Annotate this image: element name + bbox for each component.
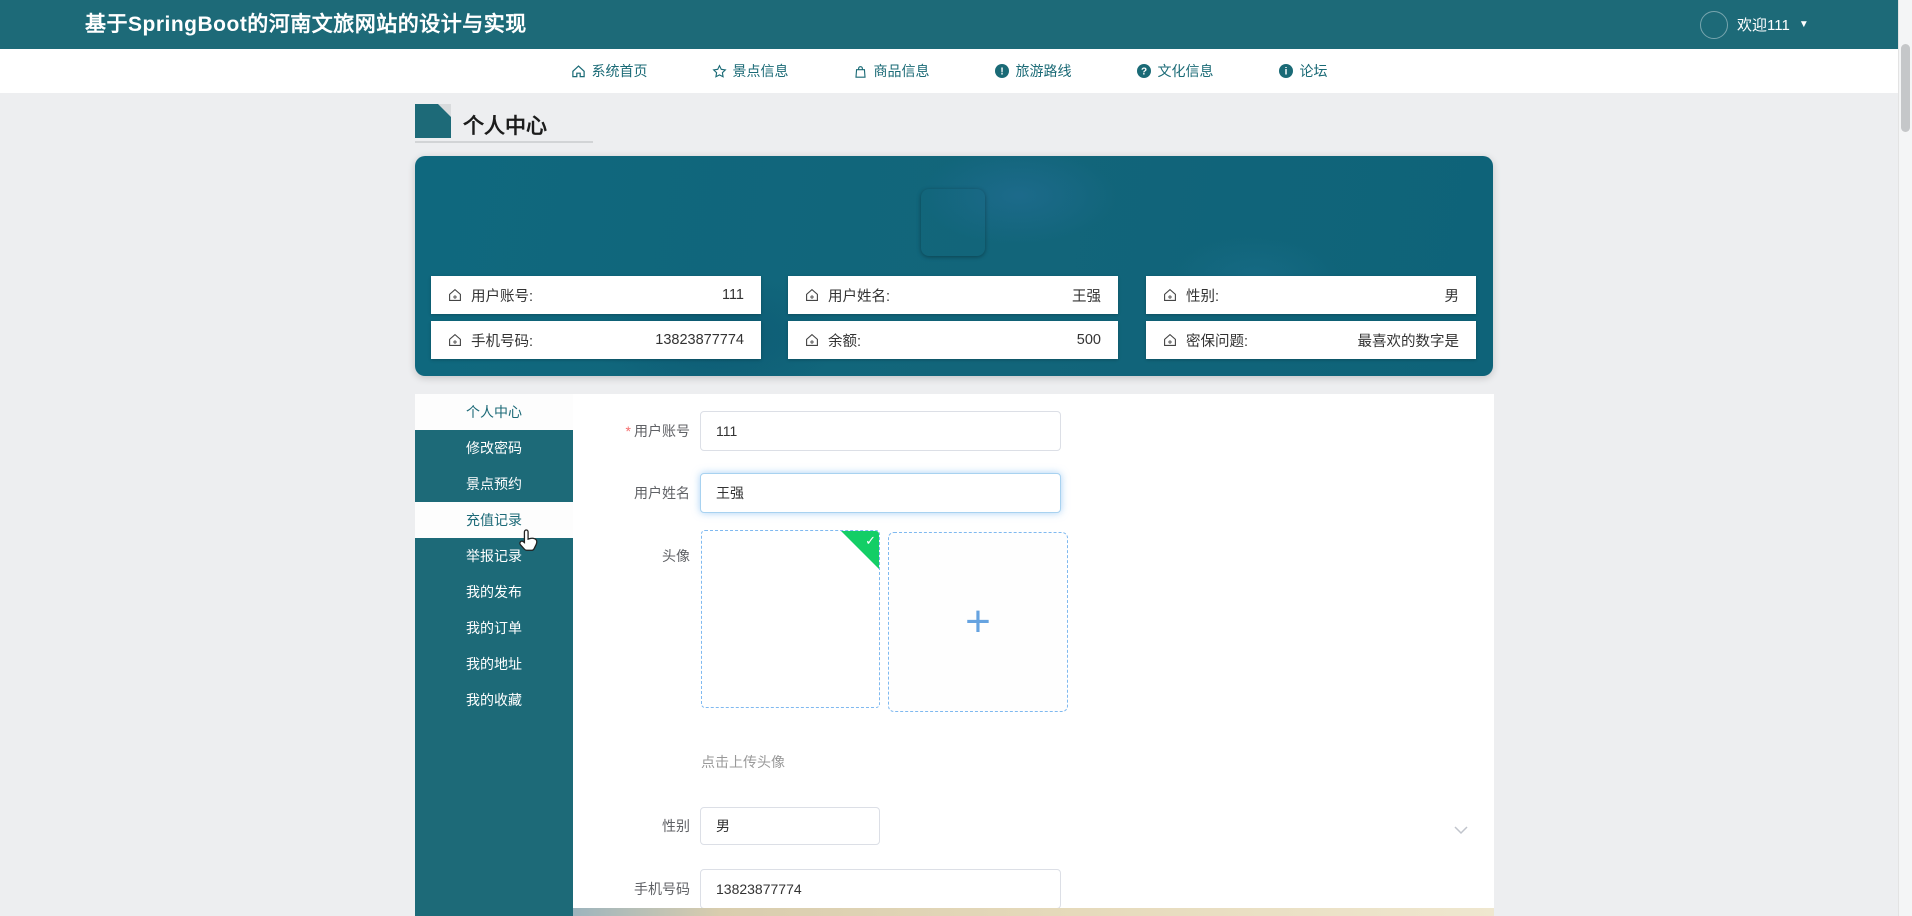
vertical-scrollbar[interactable]	[1898, 0, 1912, 916]
page-title: 个人中心	[463, 115, 547, 138]
info-label: 性别:	[1186, 288, 1220, 305]
required-asterisk: *	[625, 423, 631, 439]
svg-text:i: i	[1284, 67, 1287, 78]
info-box-name: 用户姓名: 王强	[788, 276, 1118, 314]
house-icon	[449, 288, 461, 301]
name-label: 用户姓名	[634, 485, 690, 501]
nav-item-routes[interactable]: ! 旅游路线	[994, 61, 1072, 81]
corner-fold	[438, 104, 451, 117]
personal-center-page: { "header": { "title": "基于SpringBoot的河南文…	[0, 0, 1912, 916]
phone-label: 手机号码	[634, 881, 690, 897]
info-value: 500	[1076, 332, 1101, 348]
house-icon	[806, 333, 818, 346]
avatar-label: 头像	[662, 548, 690, 564]
chevron-down-icon: ▼	[1798, 19, 1809, 30]
info-label: 用户姓名:	[828, 288, 891, 305]
sidebar-item-personal-center[interactable]: 个人中心	[415, 394, 573, 430]
nav-label: 商品信息	[873, 63, 930, 79]
nav-label: 文化信息	[1157, 63, 1214, 79]
check-icon: ✓	[865, 533, 876, 548]
info-value: 最喜欢的数字是	[1357, 333, 1460, 350]
profile-edit-form: *用户账号 用户姓名 头像 ✓ + 点击上传头像 性别 手机号码	[573, 394, 1494, 916]
gender-select[interactable]	[700, 807, 880, 845]
info-value: 王强	[1072, 288, 1101, 305]
home-icon	[571, 64, 586, 79]
star-icon	[711, 63, 727, 79]
exclamation-circle-icon: !	[994, 63, 1010, 79]
sidebar-item-report-records[interactable]: 举报记录	[415, 538, 573, 574]
account-input[interactable]	[700, 411, 1061, 451]
name-input[interactable]	[700, 473, 1061, 513]
bag-icon	[853, 64, 868, 79]
info-box-balance: 余额: 500	[788, 321, 1118, 359]
gender-label: 性别	[662, 818, 690, 834]
main-nav: 系统首页 景点信息 商品信息 ! 旅游路线 ? 文化信息 i 论坛	[0, 49, 1898, 93]
svg-text:?: ?	[1140, 67, 1146, 78]
info-circle-icon: i	[1278, 63, 1294, 79]
title-underline	[415, 141, 593, 143]
sidebar-item-scenic-booking[interactable]: 景点预约	[415, 466, 573, 502]
welcome-label: 欢迎111	[1737, 17, 1790, 34]
nav-item-scenic[interactable]: 景点信息	[711, 61, 789, 81]
nav-item-goods[interactable]: 商品信息	[853, 61, 930, 81]
info-value: 男	[1444, 288, 1460, 305]
house-icon	[1164, 333, 1176, 346]
info-box-security-question: 密保问题: 最喜欢的数字是	[1146, 321, 1476, 359]
info-box-gender: 性别: 男	[1146, 276, 1476, 314]
sidebar-item-my-posts[interactable]: 我的发布	[415, 574, 573, 610]
scrollbar-thumb[interactable]	[1901, 44, 1910, 132]
title-decoration-square	[415, 104, 451, 138]
plus-icon: +	[965, 597, 991, 646]
account-label: * 用户账号	[625, 423, 690, 439]
profile-avatar	[921, 189, 985, 256]
mouse-cursor-icon	[518, 528, 540, 559]
info-box-phone: 手机号码: 13823877774	[431, 321, 761, 359]
top-header-bar: 基于SpringBoot的河南文旅网站的设计与实现 欢迎111 ▼	[0, 0, 1898, 49]
info-box-account: 用户账号: 111	[431, 276, 761, 314]
info-label: 手机号码:	[471, 333, 534, 350]
nav-label: 旅游路线	[1015, 63, 1072, 79]
sidebar-item-change-password[interactable]: 修改密码	[415, 430, 573, 466]
nav-item-home[interactable]: 系统首页	[571, 61, 648, 81]
nav-item-forum[interactable]: i 论坛	[1278, 61, 1328, 81]
info-label: 密保问题:	[1186, 333, 1249, 350]
info-label: 余额:	[828, 333, 862, 350]
sidebar-menu: 个人中心 修改密码 景点预约 充值记录 举报记录 我的发布 我的订单 我的地址 …	[415, 394, 573, 916]
nav-label: 系统首页	[591, 63, 648, 79]
question-circle-icon: ?	[1136, 63, 1152, 79]
select-chevron-down-icon[interactable]	[1453, 822, 1469, 840]
upload-hint-text: 点击上传头像	[701, 754, 785, 770]
info-value: 13823877774	[655, 332, 744, 348]
nav-label: 景点信息	[732, 63, 789, 79]
site-title: 基于SpringBoot的河南文旅网站的设计与实现	[85, 13, 527, 36]
sidebar-item-recharge-records[interactable]: 充值记录	[415, 502, 573, 538]
svg-text:!: !	[1000, 67, 1003, 78]
sidebar-item-my-favorites[interactable]: 我的收藏	[415, 682, 573, 718]
phone-input[interactable]	[700, 869, 1061, 909]
user-avatar[interactable]	[1700, 10, 1728, 39]
bottom-edge-strip	[573, 908, 1494, 916]
house-icon	[1164, 288, 1176, 301]
sidebar-item-my-orders[interactable]: 我的订单	[415, 610, 573, 646]
sidebar-item-my-address[interactable]: 我的地址	[415, 646, 573, 682]
upload-success-badge: ✓	[841, 531, 879, 569]
house-icon	[806, 288, 818, 301]
nav-label: 论坛	[1299, 63, 1328, 79]
info-value: 111	[721, 287, 744, 303]
house-icon	[449, 333, 461, 346]
uploaded-avatar-photo[interactable]: ✓	[701, 530, 880, 708]
avatar-upload-dropzone[interactable]: +	[888, 532, 1068, 712]
info-label: 用户账号:	[471, 288, 534, 305]
nav-item-culture[interactable]: ? 文化信息	[1136, 61, 1214, 81]
profile-summary-card: 用户账号: 111 用户姓名: 王强 性别: 男 手机号码: 138238777…	[415, 156, 1493, 376]
user-menu[interactable]: 欢迎111 ▼	[1700, 0, 1809, 49]
